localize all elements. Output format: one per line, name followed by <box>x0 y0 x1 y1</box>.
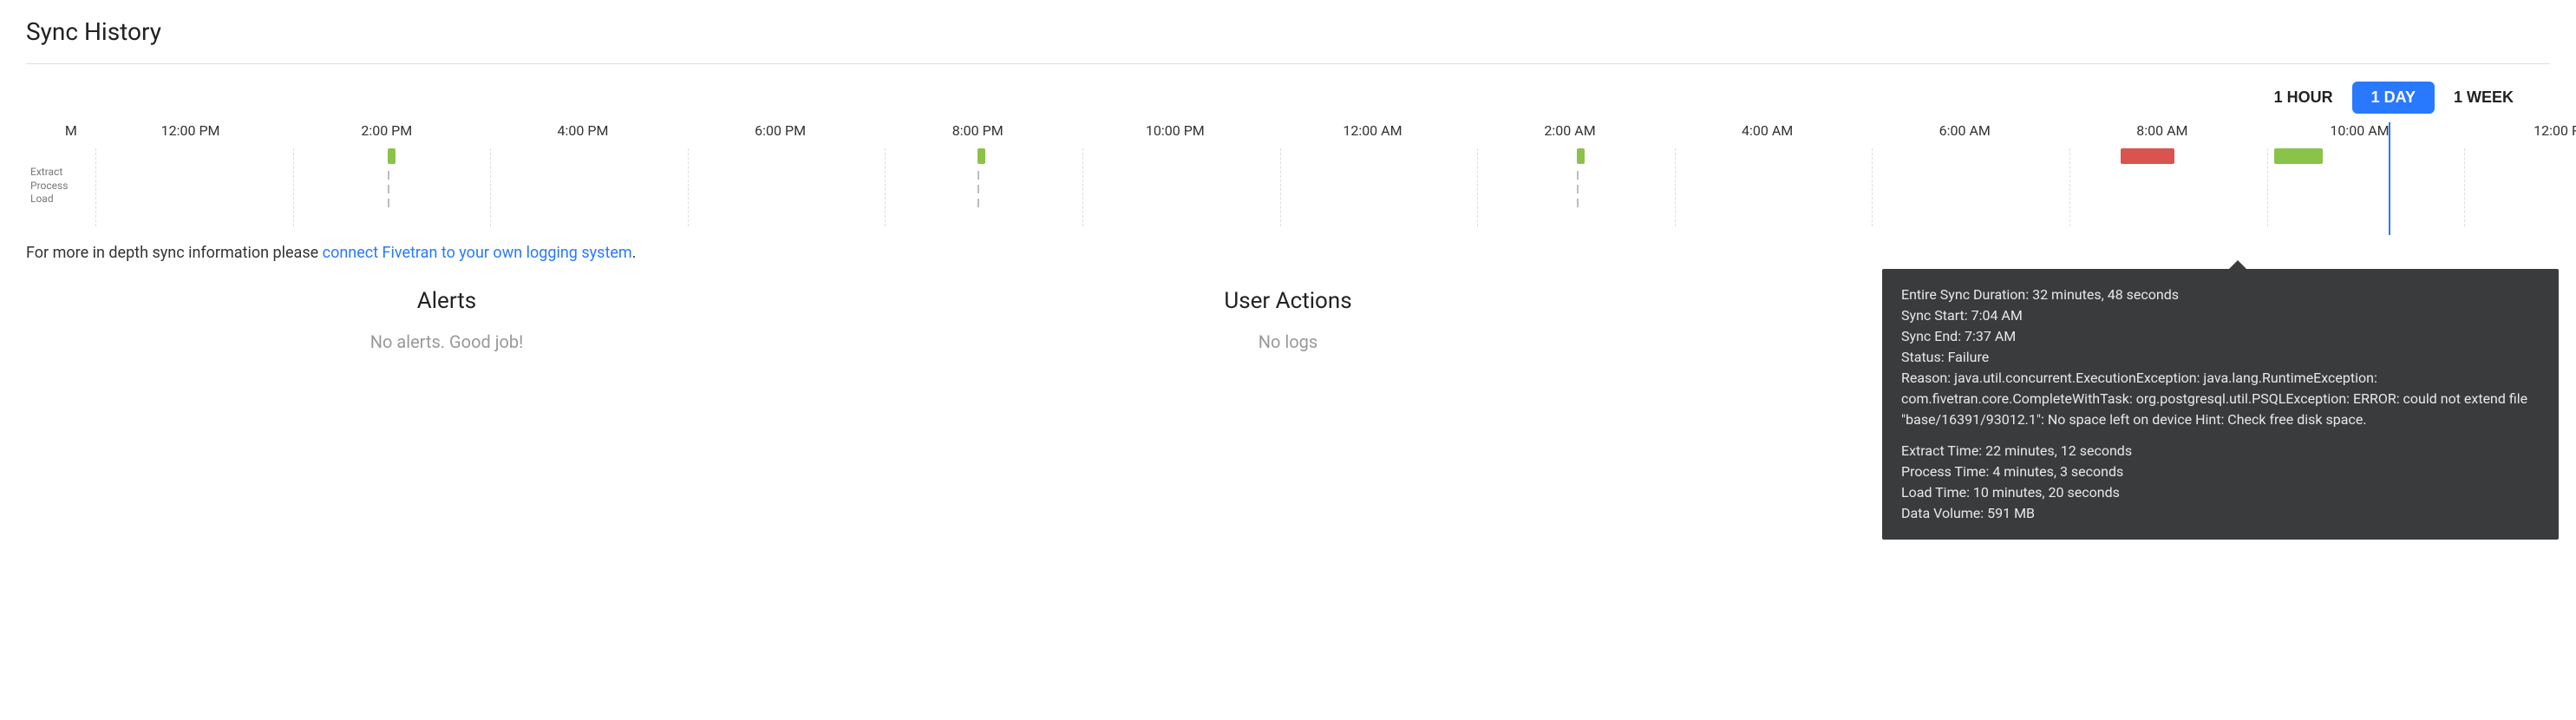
now-line <box>2389 122 2390 235</box>
phase-tick <box>388 185 389 193</box>
xaxis-tick: 10:00 PM <box>1146 122 1205 139</box>
tt-extract-label: Extract Time: <box>1901 442 1985 459</box>
grid-line <box>293 148 294 226</box>
phase-tick <box>1577 199 1579 207</box>
sync-event-bar[interactable] <box>1577 148 1584 164</box>
xaxis-tick: 6:00 PM <box>755 122 806 139</box>
grid-line <box>1082 148 1083 226</box>
tt-reason-value: java.util.concurrent.ExecutionException:… <box>1901 370 2527 428</box>
tt-duration-label: Entire Sync Duration: <box>1901 286 2032 303</box>
tt-start-label: Sync Start: <box>1901 307 1971 324</box>
divider <box>26 63 2550 64</box>
sync-event-bar[interactable] <box>977 148 984 164</box>
y-axis-labels: Extract Process Load <box>30 166 68 206</box>
phase-tick <box>388 171 389 180</box>
alerts-message: No alerts. Good job! <box>26 331 867 352</box>
ylabel-process: Process <box>30 180 68 193</box>
helper-link[interactable]: connect Fivetran to your own logging sys… <box>323 244 632 262</box>
helper-suffix: . <box>632 244 637 262</box>
sync-detail-tooltip: Entire Sync Duration: 32 minutes, 48 sec… <box>1882 269 2559 540</box>
grid-line <box>885 148 886 226</box>
grid-line <box>2464 148 2465 226</box>
phase-tick <box>388 199 389 207</box>
tt-duration-value: 32 minutes, 48 seconds <box>2032 286 2179 303</box>
xaxis-tick: 4:00 AM <box>1742 122 1793 139</box>
xaxis-tick: 8:00 PM <box>952 122 1004 139</box>
helper-prefix: For more in depth sync information pleas… <box>26 244 323 262</box>
tt-end-value: 7:37 AM <box>1965 328 2016 344</box>
alerts-panel: Alerts No alerts. Good job! <box>26 288 867 352</box>
xaxis-tick: 12:00 P <box>2534 122 2576 139</box>
tt-load-value: 10 minutes, 20 seconds <box>1973 484 2120 501</box>
range-tab-day[interactable]: 1 DAY <box>2352 82 2435 114</box>
timeline-chart: M 12:00 PM 2:00 PM 4:00 PM 6:00 PM 8:00 PM 10:… <box>26 122 2550 226</box>
grid-line <box>1675 148 1676 226</box>
time-range-tabs: 1 HOUR 1 DAY 1 WEEK <box>26 82 2550 114</box>
grid-line <box>2267 148 2268 226</box>
xaxis-tick: 2:00 PM <box>361 122 412 139</box>
grid-line <box>2069 148 2070 226</box>
ylabel-load: Load <box>30 193 68 206</box>
user-actions-panel: User Actions No logs <box>867 288 1709 352</box>
tt-process-label: Process Time: <box>1901 463 1992 480</box>
grid-line <box>688 148 689 226</box>
range-tab-week[interactable]: 1 WEEK <box>2435 82 2533 114</box>
chart-body[interactable] <box>95 148 2533 226</box>
sync-event-bar[interactable] <box>388 148 395 164</box>
tt-status-label: Status: <box>1901 349 1948 365</box>
xaxis-tick: 8:00 AM <box>2136 122 2187 139</box>
grid-line <box>1872 148 1873 226</box>
tt-start-value: 7:04 AM <box>1971 307 2023 324</box>
helper-text: For more in depth sync information pleas… <box>26 244 2550 262</box>
tt-volume-value: 591 MB <box>1987 505 2035 521</box>
tt-extract-value: 22 minutes, 12 seconds <box>1985 442 2132 459</box>
xaxis-tick: 12:00 AM <box>1343 122 1402 139</box>
sync-event-bar[interactable] <box>2274 148 2323 164</box>
grid-line <box>95 148 96 226</box>
phase-tick <box>977 171 979 180</box>
xaxis-tick: 12:00 PM <box>161 122 220 139</box>
grid-line <box>1477 148 1478 226</box>
xaxis: M12:00 PM2:00 PM4:00 PM6:00 PM8:00 PM10:… <box>95 122 2533 143</box>
tt-reason-label: Reason: <box>1901 370 1954 386</box>
xaxis-tick: 10:00 AM <box>2330 122 2389 139</box>
xaxis-tick: 6:00 AM <box>1939 122 1991 139</box>
phase-tick <box>1577 185 1579 193</box>
ylabel-extract: Extract <box>30 166 68 180</box>
phase-tick <box>977 185 979 193</box>
xaxis-tick: 4:00 PM <box>558 122 609 139</box>
xaxis-tick: 2:00 AM <box>1544 122 1595 139</box>
phase-tick <box>1577 171 1579 180</box>
grid-line <box>1280 148 1281 226</box>
phase-tick <box>977 199 979 207</box>
range-tab-hour[interactable]: 1 HOUR <box>2255 82 2352 114</box>
user-actions-title: User Actions <box>867 288 1709 314</box>
grid-line <box>490 148 491 226</box>
tt-end-label: Sync End: <box>1901 328 1965 344</box>
page-title: Sync History <box>26 17 2550 46</box>
sync-event-bar[interactable] <box>2121 148 2174 164</box>
tt-load-label: Load Time: <box>1901 484 1973 501</box>
user-actions-message: No logs <box>867 331 1709 352</box>
tt-status-value: Failure <box>1948 349 1990 365</box>
tt-volume-label: Data Volume: <box>1901 505 1987 521</box>
xaxis-tick: M <box>65 122 77 139</box>
tt-process-value: 4 minutes, 3 seconds <box>1992 463 2123 480</box>
alerts-title: Alerts <box>26 288 867 314</box>
